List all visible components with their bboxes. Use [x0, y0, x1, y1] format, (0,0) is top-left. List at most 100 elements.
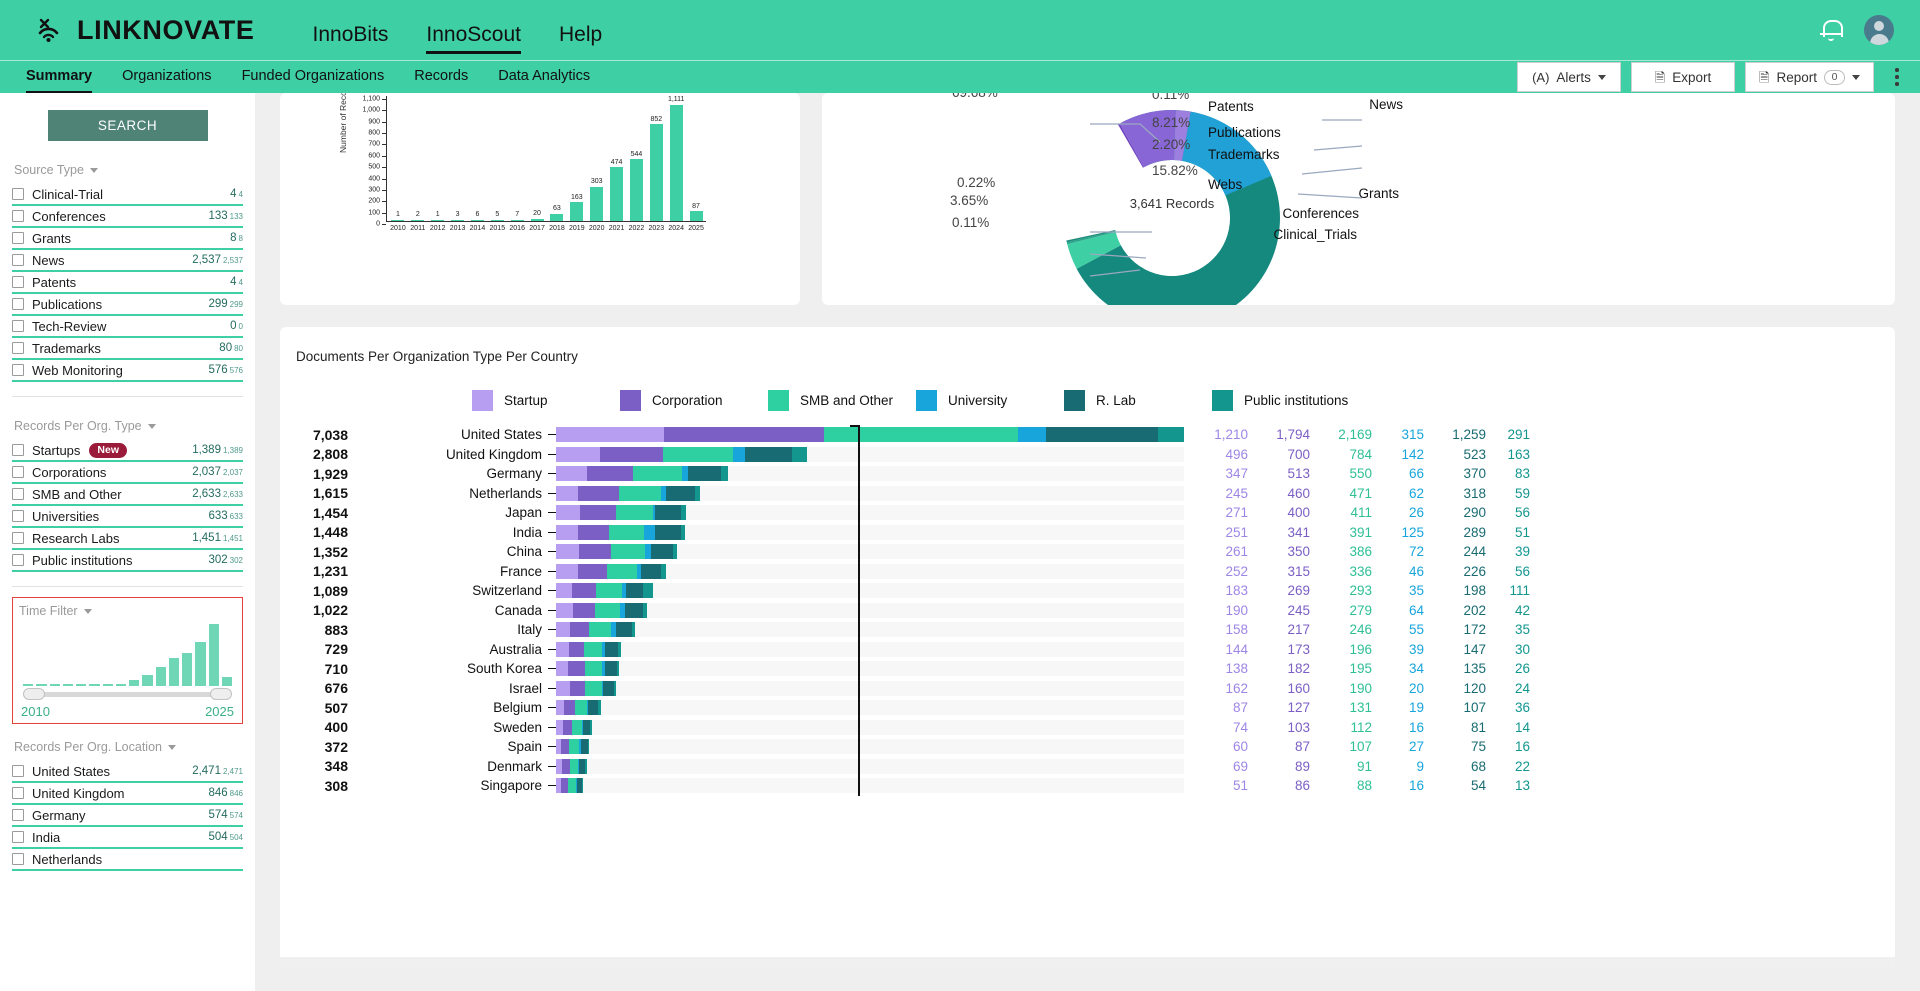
bar-segment[interactable]: [680, 505, 686, 521]
bar-segment[interactable]: [568, 641, 585, 657]
bar-column[interactable]: 163: [567, 96, 587, 221]
avatar[interactable]: [1864, 15, 1894, 45]
source-type-checkbox[interactable]: [12, 232, 24, 244]
bar-segment[interactable]: [561, 739, 570, 755]
org-location-checkbox[interactable]: [12, 809, 24, 821]
org-location-row[interactable]: United Kingdom 846 846: [12, 783, 243, 805]
bar-column[interactable]: 20: [527, 96, 547, 221]
table-row[interactable]: 507 Belgium 87 127 131 19 107 36: [280, 698, 1895, 718]
time-filter-slider[interactable]: [19, 688, 236, 700]
bar-segment[interactable]: [570, 680, 585, 696]
bar-segment[interactable]: [556, 505, 581, 521]
bar-segment[interactable]: [581, 739, 588, 755]
bar-segment[interactable]: [556, 446, 601, 462]
org-type-row[interactable]: SMB and Other 2,633 2,633: [12, 484, 243, 506]
table-row[interactable]: 7,038 United States 1,210 1,794 2,169 315 1,25…: [280, 425, 1895, 445]
legend-item[interactable]: Startup: [472, 390, 620, 411]
org-type-checkbox[interactable]: [12, 510, 24, 522]
bar-segment[interactable]: [556, 719, 563, 735]
table-row[interactable]: 1,929 Germany 347 513 550 66 370 83: [280, 464, 1895, 484]
time-filter-panel[interactable]: Time Filter 2010 2025: [12, 597, 243, 724]
table-row[interactable]: 348 Denmark 69 89 91 9 68 22: [280, 757, 1895, 777]
table-row[interactable]: 1,454 Japan 271 400 411 26 290 56: [280, 503, 1895, 523]
table-row[interactable]: 729 Australia 144 173 196 39 147 30: [280, 640, 1895, 660]
bar-column[interactable]: 1,111: [666, 96, 686, 221]
bar-segment[interactable]: [588, 700, 598, 716]
bar-segment[interactable]: [571, 719, 582, 735]
bar-segment[interactable]: [680, 524, 686, 540]
source-type-checkbox[interactable]: [12, 188, 24, 200]
bar-segment[interactable]: [556, 563, 579, 579]
org-location-checkbox[interactable]: [12, 853, 24, 865]
source-type-checkbox[interactable]: [12, 210, 24, 222]
bar-segment[interactable]: [587, 739, 590, 755]
bar-segment[interactable]: [614, 680, 617, 696]
bar-segment[interactable]: [586, 466, 633, 482]
bar-segment[interactable]: [556, 544, 580, 560]
org-location-checkbox[interactable]: [12, 765, 24, 777]
bar[interactable]: [570, 202, 584, 221]
bar-segment[interactable]: [585, 758, 588, 774]
bar-segment[interactable]: [632, 466, 682, 482]
bar-segment[interactable]: [594, 602, 620, 618]
org-type-group-header[interactable]: Records Per Org. Type: [14, 419, 243, 433]
bar-segment[interactable]: [579, 544, 611, 560]
org-location-row[interactable]: Germany 574 574: [12, 805, 243, 827]
bar-segment[interactable]: [562, 758, 571, 774]
bar-segment[interactable]: [610, 544, 645, 560]
source-type-group-header[interactable]: Source Type: [14, 163, 243, 177]
tab-data-analytics[interactable]: Data Analytics: [498, 61, 590, 94]
bar-column[interactable]: 3: [448, 96, 468, 221]
source-type-checkbox[interactable]: [12, 320, 24, 332]
source-type-checkbox[interactable]: [12, 364, 24, 376]
bar[interactable]: [530, 218, 544, 221]
bar-segment[interactable]: [663, 427, 825, 443]
bar-segment[interactable]: [598, 700, 602, 716]
bar[interactable]: [411, 219, 425, 221]
bar-segment[interactable]: [556, 485, 578, 501]
bar[interactable]: [490, 219, 504, 221]
bar[interactable]: [470, 219, 484, 221]
nav-item-innobits[interactable]: InnoBits: [313, 24, 389, 54]
bar-segment[interactable]: [596, 583, 623, 599]
table-row[interactable]: 1,448 India 251 341 391 125 289 51: [280, 523, 1895, 543]
bar[interactable]: [649, 124, 663, 221]
bar-column[interactable]: 7: [507, 96, 527, 221]
org-location-checkbox[interactable]: [12, 831, 24, 843]
org-location-row[interactable]: United States 2,471 2,471: [12, 761, 243, 783]
bar-segment[interactable]: [568, 661, 585, 677]
bar-column[interactable]: 6: [468, 96, 488, 221]
table-row[interactable]: 308 Singapore 51 86 88 16 54 13: [280, 776, 1895, 796]
bar-column[interactable]: 1: [428, 96, 448, 221]
time-filter-header[interactable]: Time Filter: [19, 604, 236, 618]
bar-segment[interactable]: [651, 544, 674, 560]
table-row[interactable]: 710 South Korea 138 182 195 34 135 26: [280, 659, 1895, 679]
org-location-group-header[interactable]: Records Per Org. Location: [14, 740, 243, 754]
source-type-row[interactable]: Clinical-Trial 4 4: [12, 184, 243, 206]
bar-segment[interactable]: [556, 466, 587, 482]
source-type-row[interactable]: News 2,537 2,537: [12, 250, 243, 272]
bar-segment[interactable]: [556, 661, 569, 677]
alerts-button[interactable]: (A) Alerts: [1517, 62, 1622, 92]
bar-segment[interactable]: [643, 602, 648, 618]
bar[interactable]: [629, 159, 643, 221]
bar-segment[interactable]: [662, 446, 733, 462]
bar-segment[interactable]: [687, 466, 721, 482]
bar-segment[interactable]: [583, 719, 591, 735]
table-row[interactable]: 1,615 Netherlands 245 460 471 62 318 59: [280, 484, 1895, 504]
bar-segment[interactable]: [615, 505, 653, 521]
source-type-checkbox[interactable]: [12, 298, 24, 310]
more-options-icon[interactable]: [1886, 68, 1908, 86]
bar-segment[interactable]: [572, 583, 597, 599]
org-type-checkbox[interactable]: [12, 488, 24, 500]
bar-segment[interactable]: [1157, 427, 1184, 443]
bar[interactable]: [451, 219, 465, 221]
legend-item[interactable]: SMB and Other: [768, 390, 916, 411]
bar-segment[interactable]: [625, 602, 644, 618]
bar-segment[interactable]: [589, 622, 612, 638]
report-button[interactable]: 🗎 Report 0: [1745, 62, 1874, 92]
bar[interactable]: [590, 186, 604, 221]
bar-segment[interactable]: [631, 622, 635, 638]
bar-column[interactable]: 63: [547, 96, 567, 221]
bar-segment[interactable]: [605, 641, 619, 657]
